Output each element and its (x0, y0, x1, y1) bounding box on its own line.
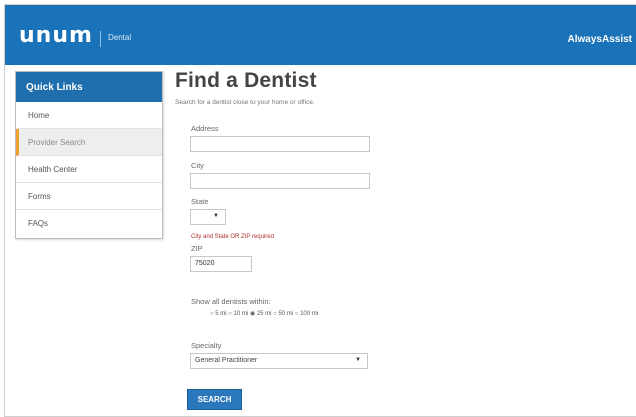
radius-label: Show all dentists within: (191, 297, 271, 306)
specialty-label: Specialty (191, 341, 222, 350)
quick-link-forms[interactable]: Forms (16, 183, 162, 210)
zip-input[interactable]: 75020 (190, 256, 252, 272)
page-title: Find a Dentist (175, 69, 317, 92)
quick-link-faqs[interactable]: FAQs (16, 210, 162, 237)
city-label: City (191, 161, 204, 170)
quick-links-panel: Quick Links Home Provider Search Health … (15, 71, 163, 239)
state-label: State (191, 197, 209, 206)
logo-divider (100, 31, 101, 47)
state-select[interactable]: ▼ (190, 209, 226, 225)
always-assist-link[interactable]: AlwaysAssist (568, 34, 632, 45)
search-button[interactable]: SEARCH (187, 389, 242, 410)
chevron-down-icon: ▼ (355, 357, 361, 363)
radius-options[interactable]: ○ 5 mi ○ 10 mi ◉ 25 mi ○ 50 mi ○ 100 mi (210, 310, 318, 317)
page-description: Search for a dentist close to your home … (175, 99, 315, 106)
address-label: Address (191, 124, 219, 133)
quick-link-provider-search[interactable]: Provider Search (16, 129, 162, 156)
location-error: City and State OR ZIP required (191, 234, 274, 240)
address-input[interactable] (190, 136, 370, 152)
quick-link-health-center[interactable]: Health Center (16, 156, 162, 183)
top-bar: unum Dental AlwaysAssist (5, 5, 636, 65)
unum-logo[interactable]: unum (19, 23, 93, 48)
quick-link-home[interactable]: Home (16, 102, 162, 129)
product-name: Dental (108, 33, 132, 42)
browser-frame: unum Dental AlwaysAssist Quick Links Hom… (4, 4, 636, 417)
chevron-down-icon: ▼ (213, 213, 219, 219)
quick-links-title: Quick Links (16, 72, 162, 102)
specialty-select[interactable]: General Practitioner ▼ (190, 353, 368, 369)
specialty-value: General Practitioner (195, 357, 258, 364)
search-form: Find a Dentist Search for a dentist clos… (175, 69, 475, 416)
zip-label: ZIP (191, 244, 203, 253)
city-input[interactable] (190, 173, 370, 189)
